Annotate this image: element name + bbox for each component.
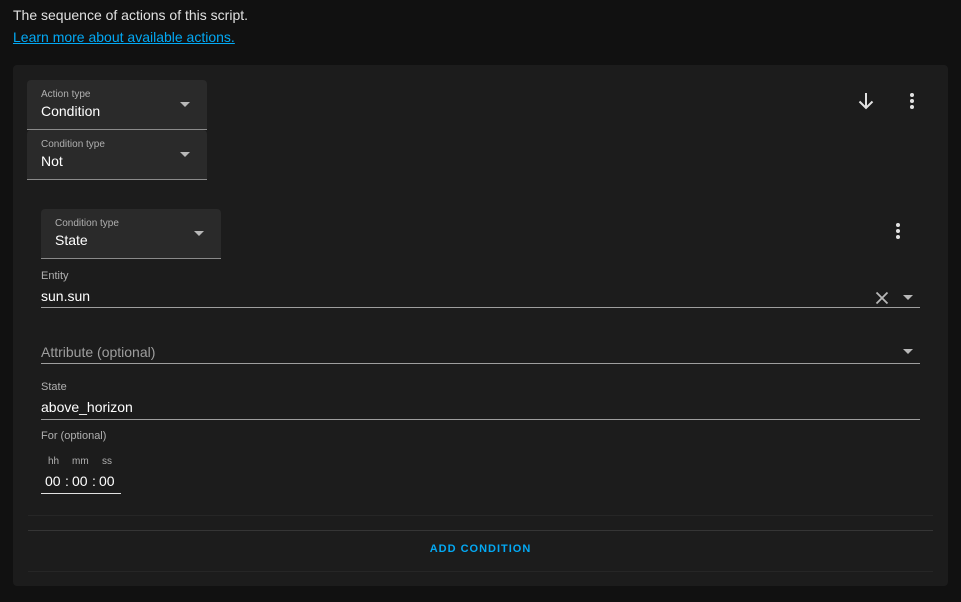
condition-type-value: Not (41, 153, 63, 169)
action-type-select[interactable]: Action type Condition (27, 80, 207, 130)
action-type-label: Action type (41, 89, 91, 100)
minutes-unit-label: mm (72, 456, 89, 467)
minutes-input[interactable]: 00 (72, 473, 88, 489)
entity-value: sun.sun (41, 288, 91, 304)
for-label: For (optional) (41, 430, 107, 442)
nested-condition-type-select[interactable]: Condition type State (41, 209, 221, 259)
dropdown-arrow-icon (194, 231, 204, 236)
seconds-input[interactable]: 00 (99, 473, 115, 489)
divider (28, 530, 933, 531)
dropdown-arrow-icon (180, 152, 190, 157)
action-type-value: Condition (41, 103, 101, 119)
attribute-field[interactable]: Attribute (optional) (41, 324, 920, 364)
dropdown-arrow-icon[interactable] (903, 349, 913, 354)
time-separator: : (65, 473, 69, 489)
divider (28, 515, 933, 516)
condition-type-select[interactable]: Condition type Not (27, 130, 207, 180)
nested-condition-type-label: Condition type (55, 218, 119, 229)
close-icon[interactable] (874, 290, 890, 306)
attribute-placeholder: Attribute (optional) (41, 344, 156, 360)
condition-type-label: Condition type (41, 139, 105, 150)
nested-condition-type-value: State (55, 232, 88, 248)
more-vert-icon[interactable] (886, 219, 910, 243)
action-card: Action type Condition Condition type Not… (13, 65, 948, 586)
entity-field[interactable]: Entity sun.sun (41, 268, 920, 308)
state-label: State (41, 381, 67, 393)
arrow-down-icon[interactable] (854, 89, 878, 113)
entity-label: Entity (41, 270, 69, 282)
state-value: above_horizon (41, 399, 133, 415)
dropdown-arrow-icon (180, 102, 190, 107)
more-vert-icon[interactable] (900, 89, 924, 113)
learn-more-link[interactable]: Learn more about available actions. (13, 29, 235, 45)
state-field[interactable]: State above_horizon (41, 379, 920, 420)
divider (28, 571, 933, 572)
add-condition-button[interactable]: ADD CONDITION (13, 543, 948, 555)
hours-input[interactable]: 00 (45, 473, 61, 489)
duration-input[interactable]: hh mm ss 00 : 00 : 00 (41, 456, 121, 494)
actions-description: The sequence of actions of this script. (13, 7, 249, 23)
seconds-unit-label: ss (102, 456, 112, 467)
hours-unit-label: hh (48, 456, 60, 467)
dropdown-arrow-icon[interactable] (903, 295, 913, 300)
time-separator: : (92, 473, 96, 489)
